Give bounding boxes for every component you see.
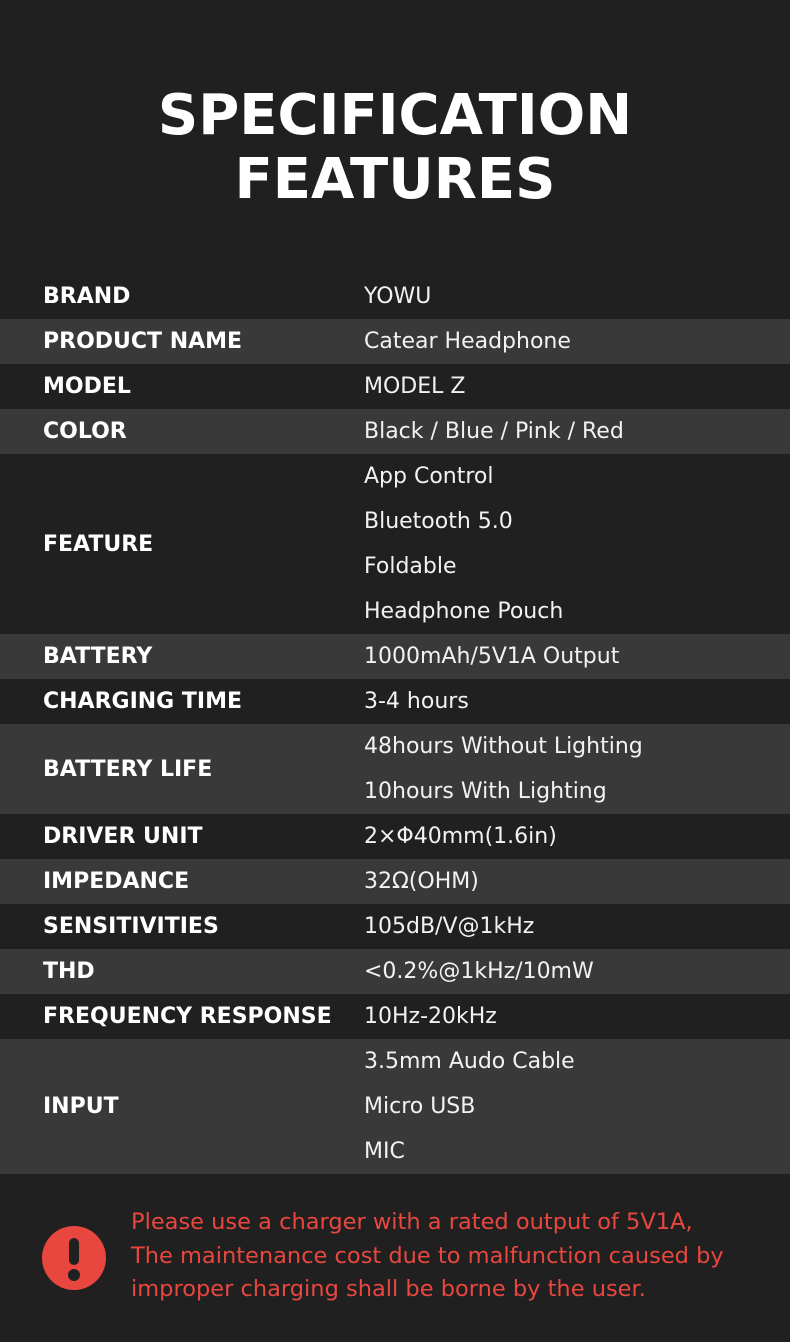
spec-value: MIC <box>364 1139 405 1164</box>
spec-label: MODEL <box>43 374 131 399</box>
spec-value: 105dB/V@1kHz <box>364 914 535 939</box>
spec-value: Micro USB <box>364 1094 476 1119</box>
spec-label: DRIVER UNIT <box>43 824 203 849</box>
spec-values: 3.5mm Audo Cable Micro USB MIC <box>364 1039 790 1174</box>
spec-label: BRAND <box>43 284 131 309</box>
spec-value: 10hours With Lighting <box>364 779 607 804</box>
spec-value: <0.2%@1kHz/10mW <box>364 959 594 984</box>
spec-label: FREQUENCY RESPONSE <box>43 1004 332 1029</box>
spec-row: SENSITIVITIES 105dB/V@1kHz <box>0 904 790 949</box>
spec-row: MODEL MODEL Z <box>0 364 790 409</box>
title-line-1: SPECIFICATION <box>157 83 633 148</box>
spec-row: COLOR Black / Blue / Pink / Red <box>0 409 790 454</box>
spec-value: App Control <box>364 464 494 489</box>
spec-value: 2×Φ40mm(1.6in) <box>364 824 557 849</box>
spec-values: 48hours Without Lighting 10hours With Lig… <box>364 724 790 814</box>
charging-notice: Please use a charger with a rated output… <box>0 1206 790 1306</box>
spec-value: 10Hz-20kHz <box>364 1004 497 1029</box>
spec-values: YOWU <box>364 274 790 319</box>
notice-text: Please use a charger with a rated output… <box>131 1206 781 1307</box>
spec-values: 32Ω(OHM) <box>364 859 790 904</box>
spec-label: SENSITIVITIES <box>43 914 219 939</box>
spec-values: 1000mAh/5V1A Output <box>364 634 790 679</box>
spec-row: IMPEDANCE 32Ω(OHM) <box>0 859 790 904</box>
spec-value: 3-4 hours <box>364 689 469 714</box>
spec-value: Foldable <box>364 554 457 579</box>
spec-label: PRODUCT NAME <box>43 329 243 354</box>
spec-values: MODEL Z <box>364 364 790 409</box>
spec-value: Headphone Pouch <box>364 599 564 624</box>
notice-line: improper charging shall be borne by the … <box>131 1276 646 1302</box>
spec-value: Catear Headphone <box>364 329 571 354</box>
spec-label: INPUT <box>43 1094 119 1119</box>
spec-value: Black / Blue / Pink / Red <box>364 419 624 444</box>
spec-row: PRODUCT NAME Catear Headphone <box>0 319 790 364</box>
spec-values: <0.2%@1kHz/10mW <box>364 949 790 994</box>
notice-line: The maintenance cost due to malfunction … <box>131 1242 724 1269</box>
spec-row: INPUT 3.5mm Audo Cable Micro USB MIC <box>0 1039 790 1174</box>
spec-label: BATTERY <box>43 644 153 669</box>
spec-values: 105dB/V@1kHz <box>364 904 790 949</box>
spec-label: BATTERY LIFE <box>43 756 213 782</box>
spec-label: THD <box>43 959 95 984</box>
spec-row: THD <0.2%@1kHz/10mW <box>0 949 790 994</box>
spec-row: FREQUENCY RESPONSE 10Hz-20kHz <box>0 994 790 1039</box>
notice-line: Please use a charger with a rated output… <box>131 1209 693 1235</box>
spec-label: COLOR <box>43 419 127 444</box>
spec-values: App Control Bluetooth 5.0 Foldable Headphon… <box>364 454 790 634</box>
page-title: SPECIFICATION FEATURES <box>0 84 790 212</box>
spec-values: 10Hz-20kHz <box>364 994 790 1039</box>
spec-value: 3.5mm Audo Cable <box>364 1049 575 1074</box>
spec-label: CHARGING TIME <box>43 689 243 714</box>
spec-label: FEATURE <box>43 531 154 557</box>
spec-values: Catear Headphone <box>364 319 790 364</box>
spec-values: 2×Φ40mm(1.6in) <box>364 814 790 859</box>
exclamation-icon <box>42 1226 106 1290</box>
spec-page: SPECIFICATION FEATURES BRAND YOWU PRODUCT … <box>0 0 790 1342</box>
spec-value: MODEL Z <box>364 374 466 399</box>
spec-values: 3-4 hours <box>364 679 790 724</box>
spec-row: DRIVER UNIT 2×Φ40mm(1.6in) <box>0 814 790 859</box>
spec-table: BRAND YOWU PRODUCT NAME Catear Headphone MOD… <box>0 274 790 1174</box>
spec-values: Black / Blue / Pink / Red <box>364 409 790 454</box>
spec-value: YOWU <box>364 284 432 309</box>
spec-row: CHARGING TIME 3-4 hours <box>0 679 790 724</box>
spec-value: 1000mAh/5V1A Output <box>364 644 620 669</box>
spec-value: 48hours Without Lighting <box>364 734 643 759</box>
spec-row: BATTERY 1000mAh/5V1A Output <box>0 634 790 679</box>
spec-row: BATTERY LIFE 48hours Without Lighting 10ho… <box>0 724 790 814</box>
spec-value: 32Ω(OHM) <box>364 869 479 894</box>
spec-label: IMPEDANCE <box>43 869 190 894</box>
spec-value: Bluetooth 5.0 <box>364 509 513 534</box>
spec-row: FEATURE App Control Bluetooth 5.0 Foldable H… <box>0 454 790 634</box>
title-line-2: FEATURES <box>234 147 556 212</box>
spec-row: BRAND YOWU <box>0 274 790 319</box>
